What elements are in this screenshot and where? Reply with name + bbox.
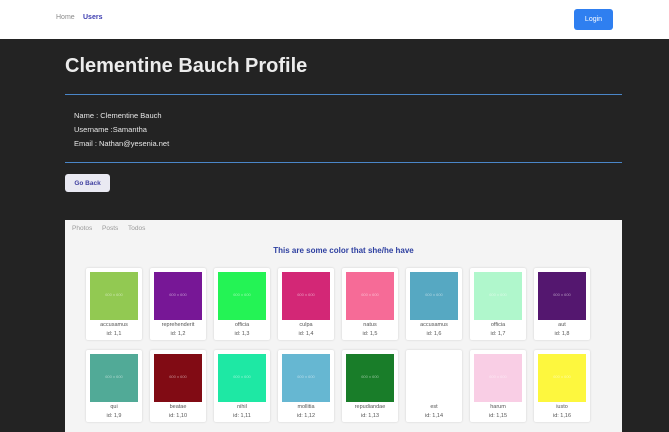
login-button[interactable]: Login	[574, 9, 613, 30]
photo-thumbnail[interactable]: 600 x 600	[218, 272, 266, 320]
photo-thumbnail[interactable]: 600 x 600	[410, 354, 458, 402]
photo-thumbnail[interactable]: 600 x 600	[410, 272, 458, 320]
photo-title: mollitia	[297, 404, 315, 410]
photo-id: id: 1,9	[106, 413, 122, 419]
photo-card[interactable]: 600 x 600 natus id: 1,5	[342, 268, 398, 340]
photo-card[interactable]: 600 x 600 iusto id: 1,16	[534, 350, 590, 422]
photo-card[interactable]: 600 x 600 aut id: 1,8	[534, 268, 590, 340]
thumbnail-size-text: 600 x 600	[233, 374, 251, 379]
photo-card[interactable]: 600 x 600 harum id: 1,15	[470, 350, 526, 422]
photo-title: est	[430, 404, 438, 410]
thumbnail-size-text: 600 x 600	[361, 292, 379, 297]
photo-thumbnail[interactable]: 600 x 600	[538, 272, 586, 320]
photo-id: id: 1,15	[488, 413, 508, 419]
photo-card[interactable]: 600 x 600 repudiandae id: 1,13	[342, 350, 398, 422]
photo-id: id: 1,5	[362, 331, 378, 337]
thumbnail-size-text: 600 x 600	[553, 292, 571, 297]
photo-id: id: 1,10	[168, 413, 188, 419]
photo-title: qui	[110, 404, 118, 410]
photo-thumbnail[interactable]: 600 x 600	[218, 354, 266, 402]
photo-thumbnail[interactable]: 600 x 600	[90, 354, 138, 402]
photo-card[interactable]: 600 x 600 est id: 1,14	[406, 350, 462, 422]
photo-thumbnail[interactable]: 600 x 600	[282, 354, 330, 402]
photo-card[interactable]: 600 x 600 culpa id: 1,4	[278, 268, 334, 340]
photo-card[interactable]: 600 x 600 officia id: 1,7	[470, 268, 526, 340]
photo-id: id: 1,8	[554, 331, 570, 337]
profile-email: Email : Nathan@yesenia.net	[74, 139, 170, 148]
thumbnail-size-text: 600 x 600	[553, 374, 571, 379]
thumbnail-size-text: 600 x 600	[169, 374, 187, 379]
thumbnail-size-text: 600 x 600	[105, 292, 123, 297]
photo-title: culpa	[299, 322, 313, 328]
thumbnail-size-text: 600 x 600	[169, 292, 187, 297]
photo-card[interactable]: 600 x 600 officia id: 1,3	[214, 268, 270, 340]
photo-card[interactable]: 600 x 600 accusamus id: 1,6	[406, 268, 462, 340]
photo-title: harum	[490, 404, 506, 410]
thumbnail-size-text: 600 x 600	[297, 374, 315, 379]
photo-title: nihil	[237, 404, 247, 410]
photo-id: id: 1,2	[170, 331, 186, 337]
nav-home-link[interactable]: Home	[56, 14, 75, 21]
photo-title: aut	[558, 322, 566, 328]
profile-username: Username :Samantha	[74, 125, 147, 134]
nav-users-link[interactable]: Users	[83, 14, 102, 21]
photo-title: repudiandae	[354, 404, 386, 410]
tab-photos[interactable]: Photos	[72, 225, 92, 232]
photo-thumbnail[interactable]: 600 x 600	[538, 354, 586, 402]
photo-card[interactable]: 600 x 600 qui id: 1,9	[86, 350, 142, 422]
photo-id: id: 1,7	[490, 331, 506, 337]
photo-title: accusamus	[100, 322, 128, 328]
photo-thumbnail[interactable]: 600 x 600	[346, 354, 394, 402]
thumbnail-size-text: 600 x 600	[489, 374, 507, 379]
photo-card[interactable]: 600 x 600 nihil id: 1,11	[214, 350, 270, 422]
photo-id: id: 1,11	[233, 413, 251, 419]
photo-title: natus	[363, 322, 377, 328]
photo-id: id: 1,16	[552, 413, 572, 419]
photo-thumbnail[interactable]: 600 x 600	[346, 272, 394, 320]
thumbnail-size-text: 600 x 600	[425, 292, 443, 297]
photo-id: id: 1,4	[298, 331, 314, 337]
photo-id: id: 1,3	[234, 331, 250, 337]
thumbnail-size-text: 600 x 600	[105, 374, 123, 379]
thumbnail-size-text: 600 x 600	[361, 374, 379, 379]
photo-title: accusamus	[420, 322, 448, 328]
photo-title: iusto	[556, 404, 568, 410]
photo-title: beatae	[169, 404, 187, 410]
photo-card[interactable]: 600 x 600 mollitia id: 1,12	[278, 350, 334, 422]
page-title: Clementine Bauch Profile	[65, 55, 308, 77]
photo-thumbnail[interactable]: 600 x 600	[90, 272, 138, 320]
photo-id: id: 1,13	[360, 413, 380, 419]
photo-thumbnail[interactable]: 600 x 600	[282, 272, 330, 320]
thumbnail-size-text: 600 x 600	[489, 292, 507, 297]
photo-card[interactable]: 600 x 600 beatae id: 1,10	[150, 350, 206, 422]
gallery-heading: This are some color that she/he have	[273, 246, 414, 255]
photo-id: id: 1,6	[426, 331, 442, 337]
photo-thumbnail[interactable]: 600 x 600	[474, 272, 522, 320]
divider-top	[65, 94, 622, 95]
photo-title: officia	[490, 322, 506, 328]
photo-id: id: 1,14	[424, 413, 444, 419]
photo-id: id: 1,12	[296, 413, 316, 419]
top-navbar: Home Users Login	[0, 0, 669, 39]
thumbnail-size-text: 600 x 600	[425, 374, 443, 379]
photo-card[interactable]: 600 x 600 reprehenderit id: 1,2	[150, 268, 206, 340]
thumbnail-size-text: 600 x 600	[297, 292, 315, 297]
divider-bottom	[65, 162, 622, 163]
photo-title: officia	[234, 322, 250, 328]
go-back-button[interactable]: Go Back	[65, 174, 110, 192]
photo-title: reprehenderit	[161, 322, 195, 328]
photo-thumbnail[interactable]: 600 x 600	[154, 354, 202, 402]
tab-todos[interactable]: Todos	[128, 225, 145, 232]
photo-thumbnail[interactable]: 600 x 600	[474, 354, 522, 402]
profile-name: Name : Clementine Bauch	[74, 111, 162, 120]
photo-card[interactable]: 600 x 600 accusamus id: 1,1	[86, 268, 142, 340]
thumbnail-size-text: 600 x 600	[233, 292, 251, 297]
photo-thumbnail[interactable]: 600 x 600	[154, 272, 202, 320]
photo-id: id: 1,1	[106, 331, 122, 337]
tab-posts[interactable]: Posts	[102, 225, 118, 232]
tabs-panel: Photos Posts Todos This are some color t…	[65, 220, 622, 432]
